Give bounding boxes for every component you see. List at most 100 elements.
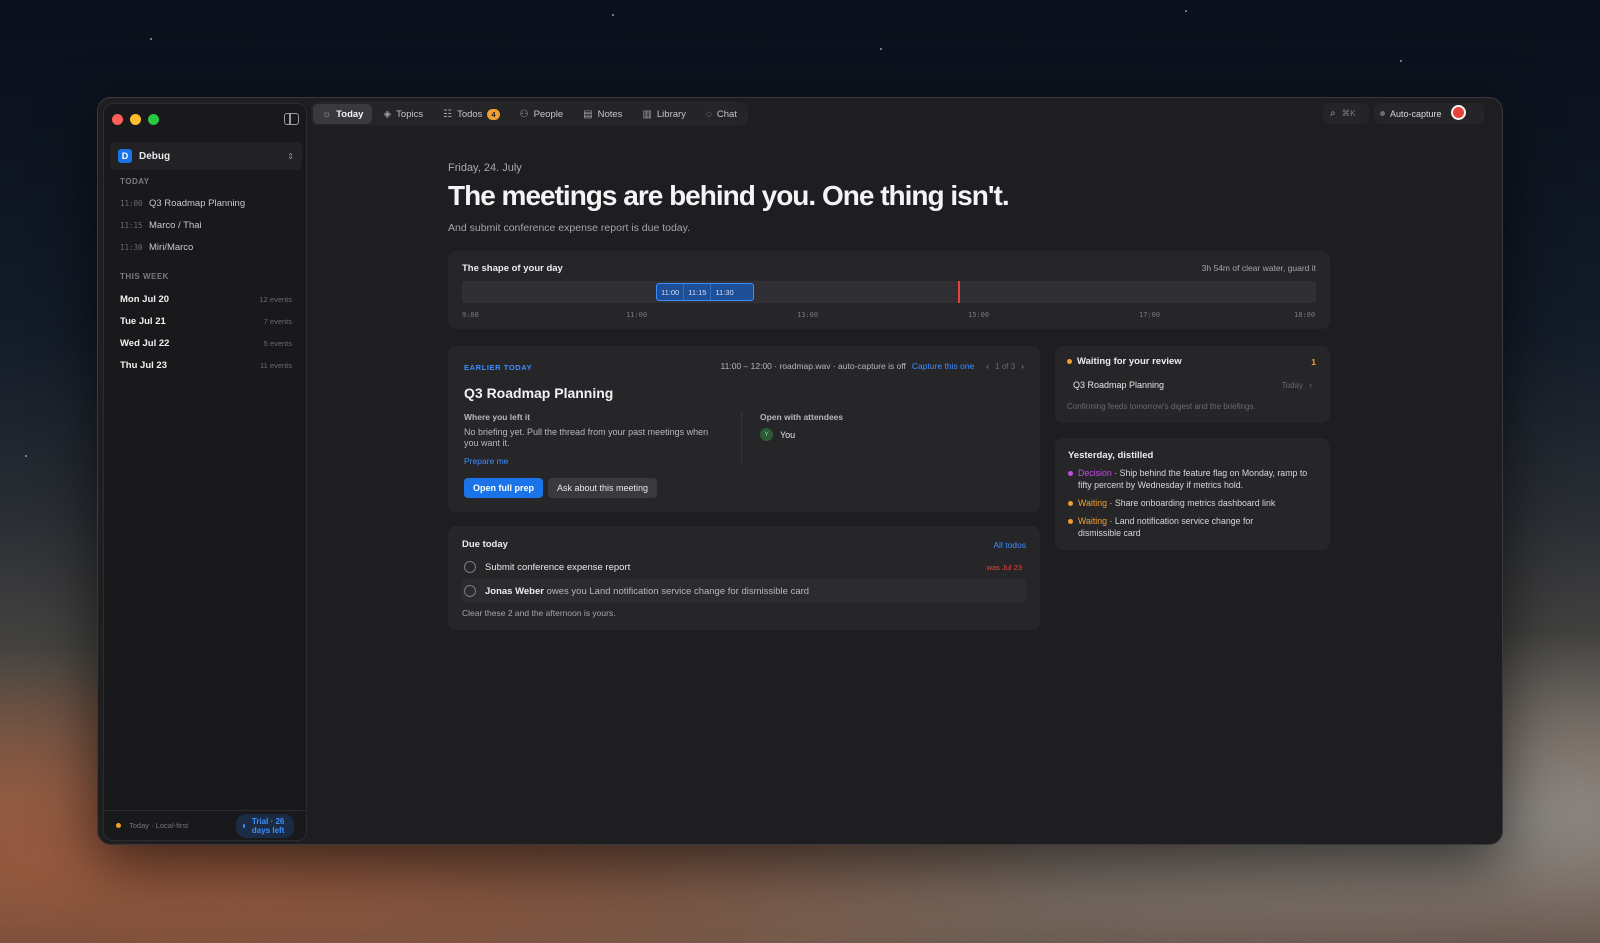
workspace-switcher[interactable]: D Debug ⇕	[110, 142, 302, 170]
page-subtitle: And submit conference expense report is …	[448, 222, 691, 234]
library-icon: ▥	[642, 108, 652, 120]
all-todos-link[interactable]: All todos	[993, 540, 1026, 550]
timeline-tick: 13:00	[797, 311, 819, 319]
tab-label: Notes	[597, 108, 623, 120]
due-today-card: Due today All todos Submit conference ex…	[448, 526, 1040, 630]
sidebar-item-meeting[interactable]: 11:30 Miri/Marco	[120, 237, 292, 257]
tab-today[interactable]: ☼ Today	[313, 104, 373, 124]
card-title: The shape of your day	[462, 263, 563, 274]
chat-icon: ◌	[705, 108, 712, 120]
event-count: 12 events	[259, 294, 292, 304]
sidebar-item-day[interactable]: Mon Jul 20 12 events	[120, 289, 292, 309]
layers-icon: ◈	[383, 108, 392, 120]
autocapture-status-dot-icon	[1380, 111, 1385, 116]
sidebar-toggle-icon[interactable]	[284, 113, 299, 125]
prepare-link[interactable]: Prepare me	[464, 456, 508, 466]
sidebar-item-meeting[interactable]: 11:00 Q3 Roadmap Planning	[120, 193, 292, 213]
tab-notes[interactable]: ▤ Notes	[574, 104, 631, 124]
note-icon: ▤	[583, 108, 593, 120]
attendee-row[interactable]: Y You	[760, 428, 795, 441]
event-count: 7 events	[263, 316, 292, 326]
event-count: 11 events	[260, 360, 292, 370]
day-shape-card: The shape of your day 3h 54m of clear wa…	[448, 251, 1330, 329]
meeting-time: 11:30	[120, 242, 143, 252]
capture-link[interactable]: Capture this one	[912, 361, 974, 371]
event-count: 5 events	[263, 338, 292, 348]
todos-count-badge: 4	[487, 108, 500, 120]
meeting-meta-bar: 11:00 – 12:00 · roadmap.wav · auto-captu…	[721, 361, 1024, 371]
sidebar: D Debug ⇕ TODAY 11:00 Q3 Roadmap Plannin…	[103, 103, 307, 841]
meeting-time: 11:15	[120, 220, 143, 230]
chevron-right-icon[interactable]: ›	[1021, 361, 1024, 371]
chevron-updown-icon: ⇕	[287, 151, 294, 161]
timeline-meeting-block[interactable]: 11:00 11:15 11:30	[656, 283, 754, 301]
decision-dot-icon	[1068, 471, 1073, 476]
chevron-right-icon: ›	[1309, 380, 1312, 390]
sidebar-footer: Today · Local-first Trial · 26 days left	[104, 810, 306, 840]
todo-person: Jonas Weber	[485, 586, 544, 597]
meeting-title: Marco / Thai	[149, 219, 202, 231]
ask-about-meeting-button[interactable]: Ask about this meeting	[548, 478, 658, 498]
tab-topics[interactable]: ◈ Topics	[374, 104, 432, 124]
tab-library[interactable]: ▥ Library	[633, 104, 695, 124]
trial-label: Trial · 26 days left	[251, 816, 285, 835]
workspace-name: Debug	[139, 150, 171, 162]
digest-text: · Ship behind the feature flag on Monday…	[1078, 468, 1308, 490]
earlier-meeting-card: EARLIER TODAY 11:00 – 12:00 · roadmap.wa…	[448, 346, 1040, 512]
waiting-dot-icon	[1068, 519, 1073, 524]
tab-todos[interactable]: ☷ Todos 4	[434, 104, 509, 124]
block-time: 11:15	[684, 284, 712, 300]
day-label: Wed Jul 22	[120, 337, 170, 349]
review-item-title: Q3 Roadmap Planning	[1073, 380, 1165, 390]
tab-chat[interactable]: ◌ Chat	[697, 104, 746, 124]
open-full-prep-button[interactable]: Open full prep	[464, 478, 544, 498]
clear-time-summary: 3h 54m of clear water, guard it	[1201, 263, 1316, 273]
current-time-marker	[958, 281, 960, 303]
digest-item[interactable]: Waiting · Share onboarding metrics dashb…	[1078, 497, 1323, 509]
record-button[interactable]	[1451, 105, 1466, 120]
card-title: Waiting for your review	[1077, 356, 1182, 367]
tab-people[interactable]: ⚇ People	[511, 104, 573, 124]
people-icon: ⚇	[519, 108, 529, 120]
window-controls	[112, 114, 159, 125]
sidebar-item-day[interactable]: Thu Jul 23 11 events	[120, 355, 292, 375]
meeting-time: 11:00	[120, 198, 143, 208]
close-window-button[interactable]	[112, 114, 123, 125]
sidebar-item-meeting[interactable]: 11:15 Marco / Thai	[120, 215, 292, 235]
day-timeline[interactable]: 11:00 11:15 11:30	[462, 281, 1316, 303]
meeting-title: Q3 Roadmap Planning	[149, 197, 246, 209]
warning-dot-icon	[1067, 359, 1072, 364]
minimize-window-button[interactable]	[130, 114, 141, 125]
timeline-tick: 18:00	[1294, 311, 1316, 319]
todo-text: Submit conference expense report	[485, 562, 631, 573]
digest-kind: Decision	[1078, 468, 1112, 478]
search-icon: ⌕	[1330, 108, 1336, 119]
tab-label: Library	[656, 108, 686, 120]
tab-label: Topics	[396, 108, 424, 120]
todo-row: Jonas Weber owes you Land notification s…	[462, 579, 1026, 603]
sidebar-item-day[interactable]: Wed Jul 22 5 events	[120, 333, 292, 353]
todo-text: Jonas Weber owes you Land notification s…	[485, 586, 809, 597]
review-note: Confirming feeds tomorrow's digest and t…	[1067, 402, 1256, 411]
day-label: Thu Jul 23	[120, 359, 167, 371]
sidebar-item-day[interactable]: Tue Jul 21 7 events	[120, 311, 292, 331]
autocapture-toggle[interactable]: Auto-capture	[1374, 103, 1484, 124]
block-time: 11:30	[715, 287, 734, 297]
todo-checkbox[interactable]	[464, 561, 476, 573]
search-button[interactable]: ⌕ ⌘K	[1323, 103, 1369, 124]
workspace-avatar: D	[118, 149, 132, 163]
section-label-today: TODAY	[120, 177, 150, 186]
block-time: 11:00	[657, 284, 685, 300]
trial-badge[interactable]: Trial · 26 days left	[236, 813, 294, 838]
storage-status: Today · Local-first	[129, 821, 189, 830]
autocapture-label: Auto-capture	[1390, 108, 1442, 119]
zoom-window-button[interactable]	[148, 114, 159, 125]
digest-item[interactable]: Waiting · Land notification service chan…	[1078, 515, 1293, 539]
todo-checkbox[interactable]	[464, 585, 476, 597]
chevron-left-icon[interactable]: ‹	[986, 361, 989, 371]
timeline-tick: 11:00	[626, 311, 648, 319]
digest-item[interactable]: Decision · Ship behind the feature flag …	[1078, 467, 1323, 491]
checklist-icon: ☷	[443, 108, 453, 120]
section-label-this-week: THIS WEEK	[120, 272, 169, 281]
review-item[interactable]: Q3 Roadmap Planning Today ›	[1065, 376, 1320, 394]
